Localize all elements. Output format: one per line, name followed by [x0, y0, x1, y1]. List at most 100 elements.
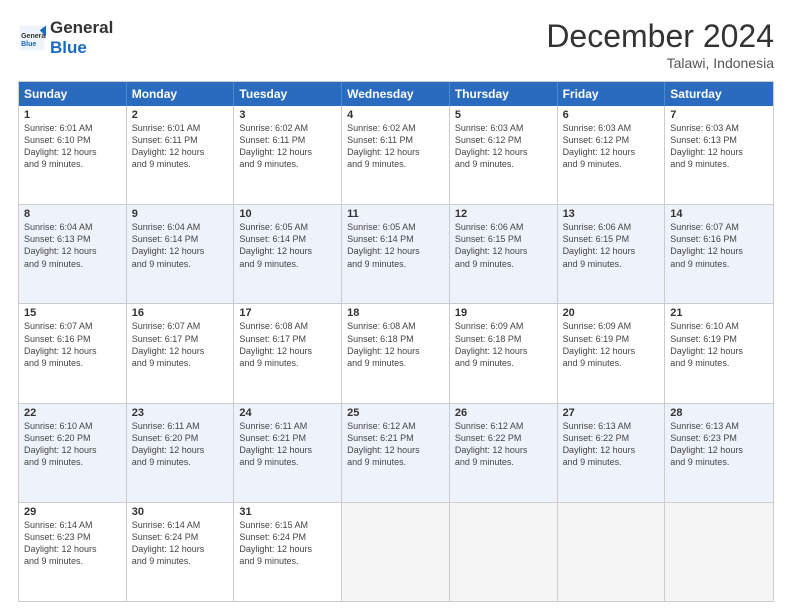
daylight-line: Daylight: 12 hours: [563, 345, 660, 357]
daylight-line: Daylight: 12 hours: [563, 245, 660, 257]
daylight-line: Daylight: 12 hours: [239, 146, 336, 158]
day-number: 9: [132, 208, 229, 220]
day-number: 7: [670, 109, 768, 121]
sunset-line: Sunset: 6:22 PM: [563, 432, 660, 444]
daylight-line: Daylight: 12 hours: [670, 245, 768, 257]
daylight-continued-line: and 9 minutes.: [132, 456, 229, 468]
calendar-cell: 19Sunrise: 6:09 AMSunset: 6:18 PMDayligh…: [450, 304, 558, 402]
day-number: 20: [563, 307, 660, 319]
calendar-cell: 30Sunrise: 6:14 AMSunset: 6:24 PMDayligh…: [127, 503, 235, 601]
daylight-continued-line: and 9 minutes.: [670, 456, 768, 468]
calendar-cell: 14Sunrise: 6:07 AMSunset: 6:16 PMDayligh…: [665, 205, 773, 303]
header-day-sunday: Sunday: [19, 82, 127, 106]
sunset-line: Sunset: 6:21 PM: [347, 432, 444, 444]
sunrise-line: Sunrise: 6:09 AM: [455, 320, 552, 332]
day-number: 23: [132, 407, 229, 419]
daylight-line: Daylight: 12 hours: [239, 444, 336, 456]
sunrise-line: Sunrise: 6:08 AM: [347, 320, 444, 332]
sunrise-line: Sunrise: 6:12 AM: [455, 420, 552, 432]
daylight-continued-line: and 9 minutes.: [24, 555, 121, 567]
sunset-line: Sunset: 6:17 PM: [132, 333, 229, 345]
daylight-continued-line: and 9 minutes.: [455, 158, 552, 170]
daylight-continued-line: and 9 minutes.: [455, 258, 552, 270]
sunset-line: Sunset: 6:23 PM: [24, 531, 121, 543]
calendar-cell: 11Sunrise: 6:05 AMSunset: 6:14 PMDayligh…: [342, 205, 450, 303]
daylight-continued-line: and 9 minutes.: [563, 357, 660, 369]
daylight-line: Daylight: 12 hours: [563, 444, 660, 456]
daylight-continued-line: and 9 minutes.: [24, 456, 121, 468]
daylight-continued-line: and 9 minutes.: [563, 258, 660, 270]
daylight-line: Daylight: 12 hours: [24, 345, 121, 357]
sunset-line: Sunset: 6:11 PM: [132, 134, 229, 146]
daylight-line: Daylight: 12 hours: [132, 345, 229, 357]
day-number: 1: [24, 109, 121, 121]
sunrise-line: Sunrise: 6:05 AM: [347, 221, 444, 233]
daylight-continued-line: and 9 minutes.: [132, 258, 229, 270]
location-subtitle: Talawi, Indonesia: [546, 55, 774, 71]
daylight-line: Daylight: 12 hours: [455, 444, 552, 456]
sunrise-line: Sunrise: 6:07 AM: [132, 320, 229, 332]
calendar-cell: 18Sunrise: 6:08 AMSunset: 6:18 PMDayligh…: [342, 304, 450, 402]
daylight-line: Daylight: 12 hours: [455, 146, 552, 158]
daylight-continued-line: and 9 minutes.: [347, 158, 444, 170]
sunrise-line: Sunrise: 6:01 AM: [24, 122, 121, 134]
calendar-cell: 20Sunrise: 6:09 AMSunset: 6:19 PMDayligh…: [558, 304, 666, 402]
month-title: December 2024: [546, 18, 774, 55]
sunset-line: Sunset: 6:10 PM: [24, 134, 121, 146]
calendar-cell: 10Sunrise: 6:05 AMSunset: 6:14 PMDayligh…: [234, 205, 342, 303]
calendar-cell: 15Sunrise: 6:07 AMSunset: 6:16 PMDayligh…: [19, 304, 127, 402]
calendar-cell: 23Sunrise: 6:11 AMSunset: 6:20 PMDayligh…: [127, 404, 235, 502]
sunset-line: Sunset: 6:19 PM: [670, 333, 768, 345]
calendar-cell: 2Sunrise: 6:01 AMSunset: 6:11 PMDaylight…: [127, 106, 235, 204]
calendar-cell: 16Sunrise: 6:07 AMSunset: 6:17 PMDayligh…: [127, 304, 235, 402]
day-number: 3: [239, 109, 336, 121]
daylight-continued-line: and 9 minutes.: [670, 158, 768, 170]
sunrise-line: Sunrise: 6:03 AM: [455, 122, 552, 134]
sunrise-line: Sunrise: 6:07 AM: [670, 221, 768, 233]
sunset-line: Sunset: 6:13 PM: [24, 233, 121, 245]
day-number: 4: [347, 109, 444, 121]
sunrise-line: Sunrise: 6:01 AM: [132, 122, 229, 134]
day-number: 15: [24, 307, 121, 319]
daylight-continued-line: and 9 minutes.: [347, 258, 444, 270]
sunset-line: Sunset: 6:14 PM: [132, 233, 229, 245]
calendar-cell: 13Sunrise: 6:06 AMSunset: 6:15 PMDayligh…: [558, 205, 666, 303]
logo-icon: General Blue: [18, 24, 46, 52]
header-day-thursday: Thursday: [450, 82, 558, 106]
sunrise-line: Sunrise: 6:13 AM: [563, 420, 660, 432]
daylight-line: Daylight: 12 hours: [239, 345, 336, 357]
day-number: 21: [670, 307, 768, 319]
calendar-cell: 25Sunrise: 6:12 AMSunset: 6:21 PMDayligh…: [342, 404, 450, 502]
calendar-cell: [342, 503, 450, 601]
day-number: 13: [563, 208, 660, 220]
daylight-continued-line: and 9 minutes.: [24, 158, 121, 170]
daylight-line: Daylight: 12 hours: [132, 245, 229, 257]
sunset-line: Sunset: 6:16 PM: [24, 333, 121, 345]
calendar-cell: 27Sunrise: 6:13 AMSunset: 6:22 PMDayligh…: [558, 404, 666, 502]
daylight-continued-line: and 9 minutes.: [132, 555, 229, 567]
calendar-row: 1Sunrise: 6:01 AMSunset: 6:10 PMDaylight…: [19, 106, 773, 204]
header-day-saturday: Saturday: [665, 82, 773, 106]
svg-text:General: General: [21, 33, 46, 40]
sunset-line: Sunset: 6:18 PM: [455, 333, 552, 345]
page-header: General Blue General Blue December 2024 …: [18, 18, 774, 71]
calendar-cell: 3Sunrise: 6:02 AMSunset: 6:11 PMDaylight…: [234, 106, 342, 204]
day-number: 22: [24, 407, 121, 419]
calendar-cell: 9Sunrise: 6:04 AMSunset: 6:14 PMDaylight…: [127, 205, 235, 303]
sunrise-line: Sunrise: 6:03 AM: [563, 122, 660, 134]
title-block: December 2024 Talawi, Indonesia: [546, 18, 774, 71]
calendar-cell: 5Sunrise: 6:03 AMSunset: 6:12 PMDaylight…: [450, 106, 558, 204]
day-number: 31: [239, 506, 336, 518]
sunset-line: Sunset: 6:11 PM: [239, 134, 336, 146]
day-number: 6: [563, 109, 660, 121]
day-number: 17: [239, 307, 336, 319]
calendar-cell: 8Sunrise: 6:04 AMSunset: 6:13 PMDaylight…: [19, 205, 127, 303]
svg-text:Blue: Blue: [21, 40, 36, 47]
sunrise-line: Sunrise: 6:13 AM: [670, 420, 768, 432]
calendar-header: SundayMondayTuesdayWednesdayThursdayFrid…: [19, 82, 773, 106]
sunrise-line: Sunrise: 6:04 AM: [24, 221, 121, 233]
daylight-line: Daylight: 12 hours: [670, 146, 768, 158]
calendar-cell: [450, 503, 558, 601]
logo-line2: Blue: [50, 38, 113, 58]
day-number: 14: [670, 208, 768, 220]
